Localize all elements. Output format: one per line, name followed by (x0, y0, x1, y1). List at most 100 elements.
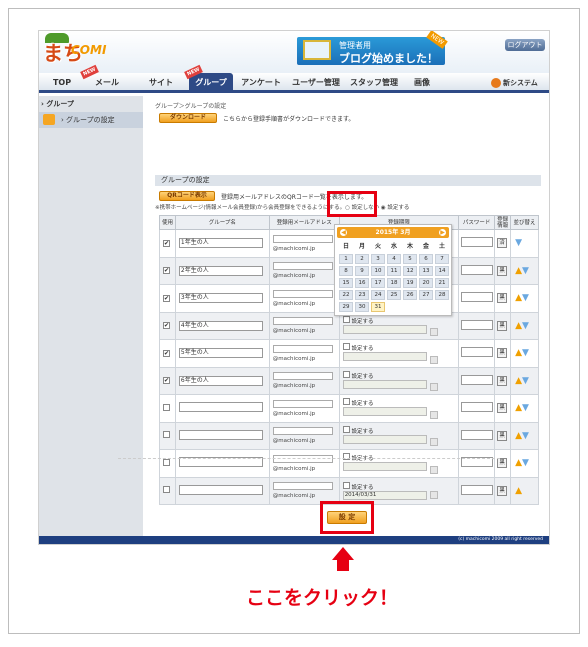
calendar-day[interactable]: 18 (387, 278, 401, 288)
move-down-icon[interactable]: ▼ (522, 376, 529, 386)
calendar-day[interactable]: 26 (403, 290, 417, 300)
password-input[interactable] (461, 429, 494, 440)
calendar-day[interactable]: 5 (403, 254, 417, 264)
nav-top[interactable]: TOP (47, 73, 77, 93)
reg-info-button[interactable]: 黒 (497, 375, 508, 386)
reg-info-button[interactable]: 黒 (497, 320, 508, 331)
nav-staff-manage[interactable]: スタッフ管理 (347, 73, 401, 93)
move-up-icon[interactable]: ▲ (515, 458, 522, 468)
move-up-icon[interactable]: ▲ (515, 348, 522, 358)
expiry-checkbox[interactable] (342, 370, 350, 378)
use-checkbox[interactable] (163, 431, 170, 439)
expiry-date-input[interactable] (342, 379, 427, 389)
password-input[interactable] (461, 292, 494, 303)
calendar-icon[interactable] (429, 490, 438, 499)
use-checkbox[interactable]: ✔ (163, 239, 170, 247)
use-checkbox[interactable]: ✔ (163, 267, 170, 275)
nav-user-manage[interactable]: ユーザー管理 (289, 73, 343, 93)
reg-info-button[interactable]: 黒 (497, 348, 508, 359)
calendar-day[interactable]: 10 (371, 266, 385, 276)
mail-local-input[interactable] (272, 482, 333, 491)
nav-mail[interactable]: NEW メール (80, 64, 129, 93)
move-down-icon[interactable]: ▼ (522, 321, 529, 331)
calendar-day[interactable]: 30 (355, 302, 369, 312)
expiry-date-input[interactable] (342, 434, 427, 444)
expiry-date-input[interactable] (342, 324, 427, 334)
expiry-toggle[interactable]: 設定する (342, 343, 458, 352)
calendar-icon[interactable] (429, 465, 438, 474)
group-name-input[interactable]: 2年生の人 (178, 265, 263, 276)
calendar-day[interactable]: 11 (387, 266, 401, 276)
calendar-day[interactable]: 15 (339, 278, 353, 288)
nav-survey[interactable]: アンケート (241, 73, 281, 93)
calendar-day[interactable]: 16 (355, 278, 369, 288)
expiry-date-input[interactable] (342, 407, 427, 416)
logout-button[interactable]: ログアウト (505, 39, 545, 51)
group-name-input[interactable] (178, 429, 263, 440)
calendar-day[interactable]: 21 (435, 278, 449, 288)
calendar-day[interactable]: 12 (403, 266, 417, 276)
reg-info-button[interactable]: 黒 (497, 293, 508, 304)
mail-local-input[interactable] (272, 427, 333, 436)
calendar-icon[interactable] (429, 410, 438, 419)
expiry-checkbox[interactable] (342, 315, 350, 323)
reg-info-button[interactable]: 黒 (497, 265, 508, 276)
use-checkbox[interactable]: ✔ (163, 349, 170, 357)
move-down-icon[interactable]: ▼ (522, 348, 529, 358)
expiry-date-input[interactable] (342, 462, 427, 471)
use-checkbox[interactable]: ✔ (163, 294, 170, 302)
use-checkbox[interactable]: ✔ (163, 322, 170, 330)
mail-local-input[interactable] (272, 344, 333, 353)
download-button[interactable]: ダウンロード (159, 113, 217, 123)
nav-image[interactable]: 画像 (407, 73, 437, 93)
calendar-day[interactable]: 25 (387, 290, 401, 300)
use-checkbox[interactable] (163, 403, 170, 411)
calendar-day[interactable]: 27 (419, 290, 433, 300)
move-down-icon[interactable]: ▼ (522, 458, 529, 468)
expiry-checkbox[interactable] (342, 398, 350, 405)
group-name-input[interactable]: 1年生の人 (178, 238, 263, 249)
expiry-checkbox[interactable] (342, 481, 350, 489)
group-name-input[interactable]: 6年生の人 (178, 375, 263, 386)
calendar-day[interactable]: 22 (339, 290, 353, 300)
machicomi-logo[interactable]: まち COMI (43, 33, 121, 69)
expiry-toggle[interactable]: 設定する (342, 425, 458, 435)
calendar-icon[interactable] (429, 438, 438, 446)
calendar-day[interactable]: 28 (435, 290, 449, 300)
expiry-date-input[interactable]: 2014/03/31 (342, 491, 427, 500)
reg-info-button[interactable]: 黒 (497, 430, 508, 441)
mail-local-input[interactable] (272, 262, 333, 271)
use-checkbox[interactable] (163, 458, 170, 466)
new-system-link[interactable]: 新システム (491, 77, 538, 89)
calendar-day[interactable]: 13 (419, 266, 433, 276)
mail-local-input[interactable] (272, 317, 333, 326)
move-up-icon[interactable]: ▲ (515, 321, 522, 331)
calendar-day[interactable]: 2 (355, 254, 369, 264)
calendar-icon[interactable] (429, 383, 438, 391)
calendar-day[interactable]: 6 (419, 254, 433, 264)
calendar-day[interactable]: 29 (339, 302, 353, 312)
password-input[interactable] (461, 264, 494, 275)
sidebar-item-group-settings[interactable]: › グループの設定 (39, 112, 143, 128)
expiry-checkbox[interactable] (342, 343, 350, 350)
calendar-day[interactable]: 7 (435, 254, 449, 264)
calendar-day[interactable]: 19 (403, 278, 417, 288)
group-name-input[interactable]: 3年生の人 (178, 293, 263, 304)
reg-info-button[interactable]: 黒 (497, 458, 508, 469)
group-name-input[interactable] (178, 484, 263, 495)
move-down-icon[interactable]: ▼ (522, 403, 529, 413)
password-input[interactable] (461, 402, 494, 413)
calendar-day[interactable]: 31 (371, 302, 385, 312)
move-up-icon[interactable]: ▲ (515, 486, 522, 496)
calendar-day[interactable]: 17 (371, 278, 385, 288)
expiry-toggle[interactable]: 設定する (342, 315, 458, 325)
expiry-date-input[interactable] (342, 352, 427, 361)
expiry-toggle[interactable]: 設定する (342, 370, 458, 380)
move-up-icon[interactable]: ▲ (515, 293, 522, 303)
blog-banner[interactable]: 管理者用 ブログ始めました！ NEW (297, 31, 448, 65)
use-checkbox[interactable] (163, 486, 170, 494)
calendar-prev-icon[interactable]: ◀ (340, 229, 347, 236)
calendar-day[interactable]: 14 (435, 266, 449, 276)
calendar-icon[interactable] (429, 355, 438, 364)
calendar-day[interactable]: 9 (355, 266, 369, 276)
